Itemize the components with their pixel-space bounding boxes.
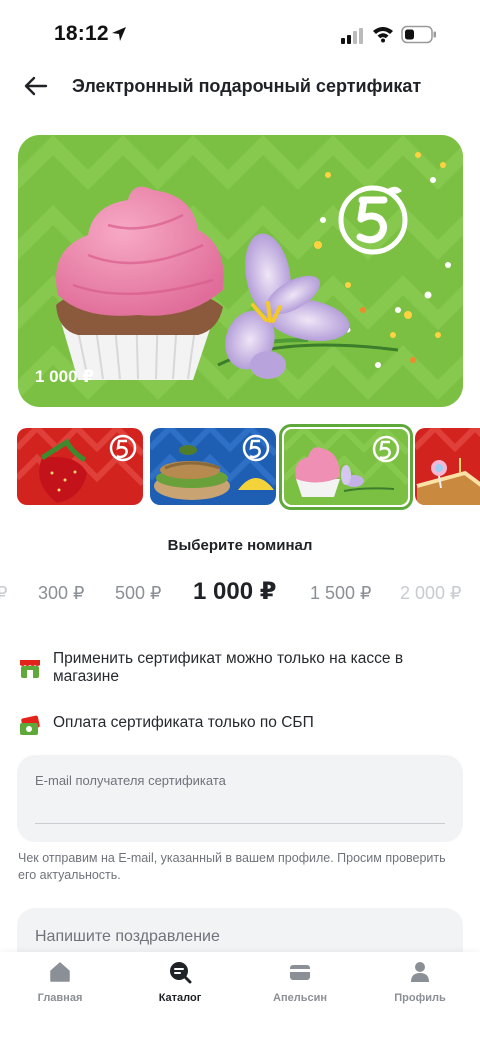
info-sbp-only: Оплата сертификата только по СБП xyxy=(18,714,462,738)
greeting-input[interactable] xyxy=(35,924,445,950)
denomination-option-selected[interactable]: 1 000 ₽ xyxy=(193,577,276,606)
catalog-search-icon xyxy=(170,962,192,984)
tab-home[interactable]: Главная xyxy=(0,960,120,1020)
email-field[interactable] xyxy=(35,795,445,823)
profile-icon xyxy=(411,962,429,982)
email-field-underline xyxy=(35,823,445,824)
store-icon xyxy=(20,660,40,678)
email-field-label: E-mail получателя сертификата xyxy=(35,773,226,788)
home-icon xyxy=(50,962,70,982)
email-field-container[interactable]: E-mail получателя сертификата xyxy=(17,755,463,842)
denomination-picker[interactable]: ₽ 300 ₽ 500 ₽ 1 000 ₽ 1 500 ₽ 2 000 ₽ xyxy=(0,575,480,611)
page-title: Электронный подарочный сертификат xyxy=(72,76,422,96)
location-arrow-icon xyxy=(112,27,126,41)
thumbnail-cake-lollipop[interactable] xyxy=(415,428,480,505)
denomination-option[interactable]: 2 000 ₽ xyxy=(400,583,462,604)
wifi-icon xyxy=(373,27,393,43)
denomination-option[interactable]: ₽ xyxy=(0,583,7,604)
denomination-option[interactable]: 1 500 ₽ xyxy=(310,583,372,604)
certificate-preview-card: 1 000 ₽ xyxy=(18,135,463,407)
info-store-only-text: Применить сертификат можно только на кас… xyxy=(53,650,404,685)
status-time: 18:12 xyxy=(54,22,109,45)
tab-home-label: Главная xyxy=(37,992,83,1004)
card-icon xyxy=(290,965,310,980)
certificate-amount: 1 000 ₽ xyxy=(35,367,95,386)
thumbnail-cupcake[interactable] xyxy=(279,424,413,510)
cellular-signal-icon xyxy=(341,28,363,44)
header: Электронный подарочный сертификат xyxy=(0,66,480,106)
tab-catalog[interactable]: Каталог xyxy=(120,960,240,1020)
tab-profile-label: Профиль xyxy=(394,992,446,1004)
thumbnail-strawberry[interactable] xyxy=(17,428,143,505)
thumbnail-fish-sandwich[interactable] xyxy=(150,428,276,505)
battery-icon xyxy=(401,25,436,44)
tab-orange[interactable]: Апельсин xyxy=(240,960,360,1020)
status-bar: 18:12 xyxy=(0,0,480,70)
info-store-only: Применить сертификат можно только на кас… xyxy=(18,650,462,690)
design-thumbnails xyxy=(0,424,480,510)
money-icon xyxy=(20,715,40,735)
back-arrow-icon[interactable] xyxy=(20,72,52,100)
tab-catalog-label: Каталог xyxy=(158,992,202,1004)
denomination-option[interactable]: 500 ₽ xyxy=(115,583,162,604)
info-sbp-only-text: Оплата сертификата только по СБП xyxy=(53,714,314,731)
denomination-title: Выберите номинал xyxy=(167,537,313,554)
tab-profile[interactable]: Профиль xyxy=(360,960,480,1020)
denomination-option[interactable]: 300 ₽ xyxy=(38,583,85,604)
tab-orange-label: Апельсин xyxy=(273,992,327,1004)
email-note: Чек отправим на E-mail, указанный в ваше… xyxy=(18,851,446,882)
bottom-tab-bar: Главная Каталог Апельсин Профиль xyxy=(0,952,480,1043)
